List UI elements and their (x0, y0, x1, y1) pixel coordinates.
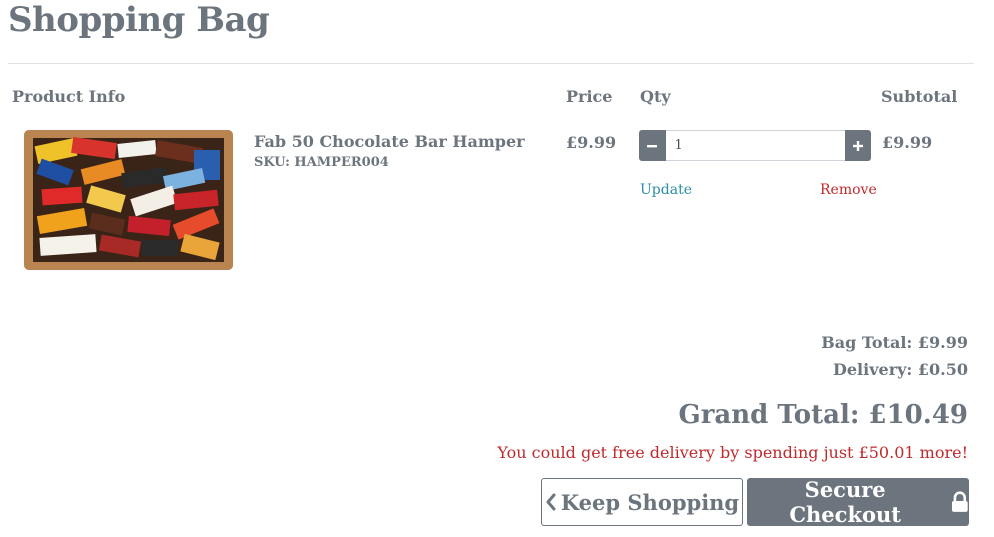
increase-quantity-button[interactable] (844, 130, 871, 161)
column-header-product: Product Info (12, 87, 126, 106)
page-title: Shopping Bag (8, 0, 270, 40)
title-divider (8, 63, 974, 64)
column-header-qty: Qty (640, 87, 671, 106)
secure-checkout-button[interactable]: Secure Checkout (747, 477, 969, 527)
product-price: £9.99 (566, 133, 617, 152)
column-header-price: Price (566, 87, 613, 106)
minus-icon (647, 144, 658, 147)
plus-icon (852, 140, 863, 151)
bag-total: Bag Total: £9.99 (821, 333, 968, 352)
update-link[interactable]: Update (640, 182, 692, 198)
delivery-cost: Delivery: £0.50 (833, 360, 968, 379)
chocolate-hamper-icon (24, 130, 233, 270)
product-sku: SKU: HAMPER004 (254, 155, 389, 170)
product-name[interactable]: Fab 50 Chocolate Bar Hamper (254, 132, 525, 151)
chevron-left-icon (546, 493, 556, 511)
quantity-stepper (639, 130, 871, 161)
keep-shopping-button[interactable]: Keep Shopping (541, 478, 743, 526)
column-header-subtotal: Subtotal (881, 87, 958, 106)
decrease-quantity-button[interactable] (639, 130, 666, 161)
grand-total: Grand Total: £10.49 (678, 400, 968, 430)
free-delivery-message: You could get free delivery by spending … (497, 443, 968, 462)
product-subtotal: £9.99 (882, 133, 933, 152)
keep-shopping-label: Keep Shopping (560, 489, 740, 515)
lock-icon (952, 491, 969, 512)
quantity-input[interactable] (665, 130, 845, 161)
secure-checkout-label: Secure Checkout (789, 477, 901, 527)
product-image[interactable] (24, 130, 233, 270)
remove-link[interactable]: Remove (820, 182, 877, 198)
